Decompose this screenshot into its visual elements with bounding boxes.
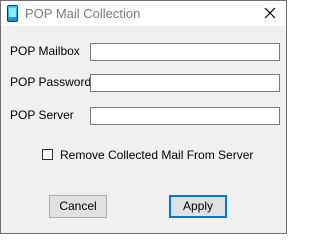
- mobile-device-icon: [7, 5, 18, 22]
- pop-server-label: POP Server: [10, 108, 74, 122]
- cancel-button[interactable]: Cancel: [49, 195, 107, 218]
- close-button[interactable]: [254, 1, 286, 26]
- pop-password-input[interactable]: [90, 74, 280, 92]
- window-title: POP Mail Collection: [25, 6, 141, 21]
- pop-mail-dialog: POP Mail Collection POP Mailbox POP Pass…: [0, 0, 287, 234]
- pop-password-label: POP Password: [10, 75, 92, 89]
- close-icon: [264, 7, 276, 19]
- pop-mailbox-input[interactable]: [90, 43, 280, 61]
- remove-mail-checkbox-label[interactable]: Remove Collected Mail From Server: [60, 148, 253, 162]
- title-bar[interactable]: POP Mail Collection: [1, 1, 286, 26]
- apply-button[interactable]: Apply: [169, 195, 227, 218]
- pop-mailbox-label: POP Mailbox: [10, 44, 80, 58]
- pop-server-input[interactable]: [90, 107, 280, 125]
- remove-mail-checkbox[interactable]: [42, 149, 53, 160]
